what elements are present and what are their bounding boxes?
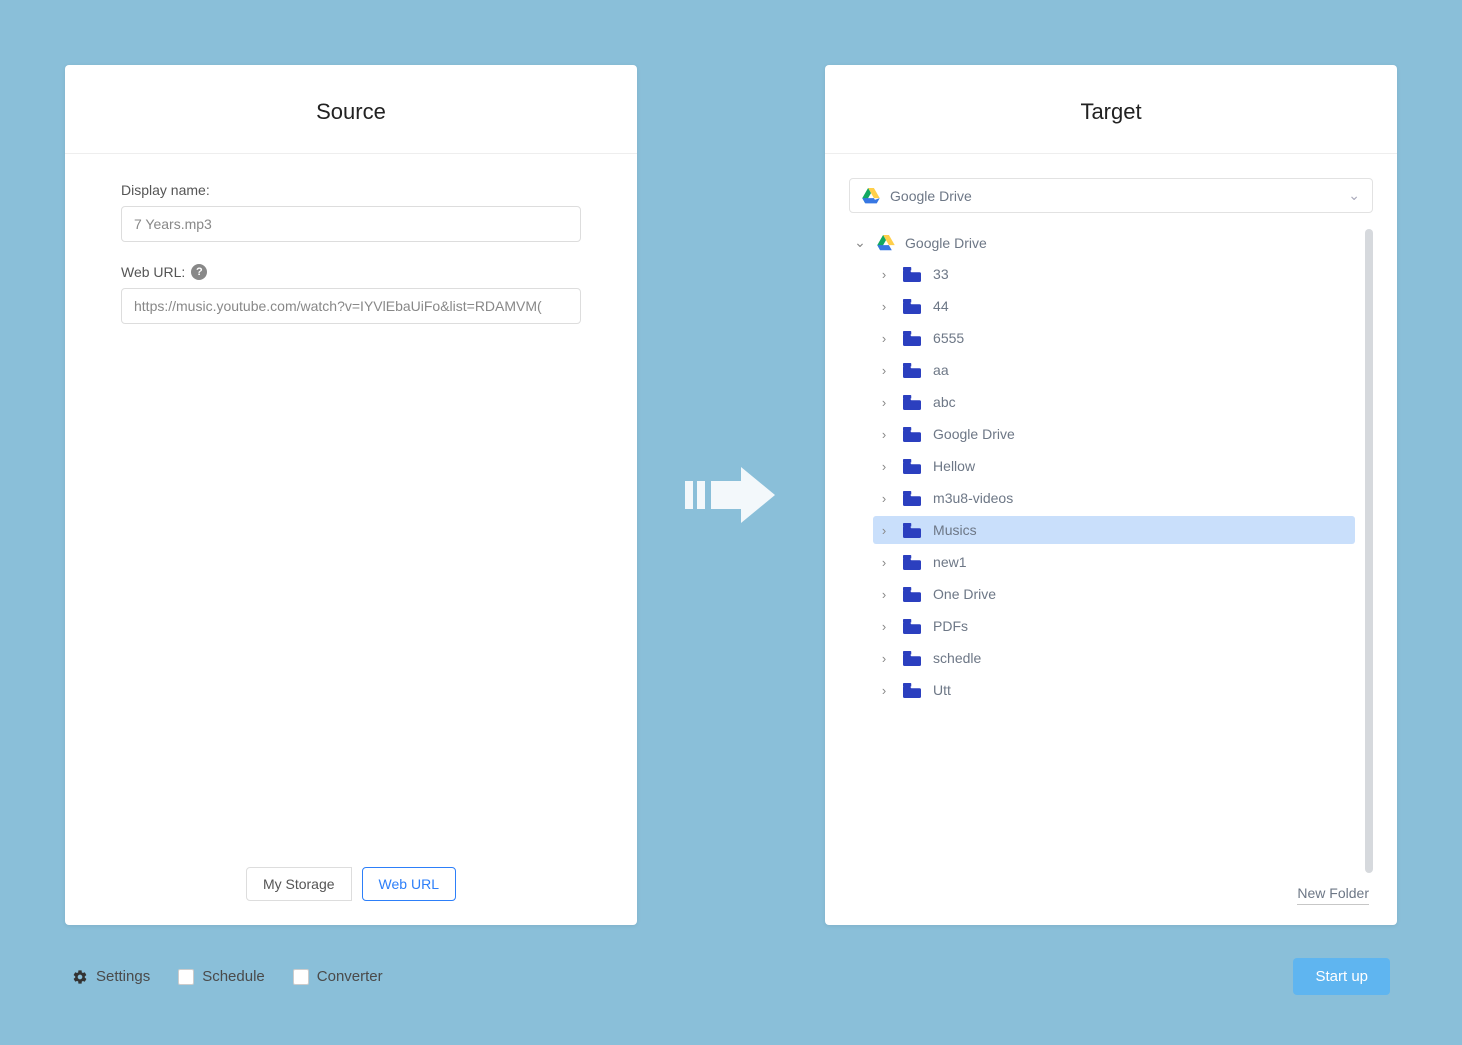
drive-select-label: Google Drive [890, 188, 972, 204]
tree-item-label: new1 [933, 554, 966, 570]
folder-icon [903, 395, 921, 410]
chevron-right-icon[interactable]: › [877, 267, 891, 282]
chevron-right-icon[interactable]: › [877, 619, 891, 634]
tree-item[interactable]: › Hellow [873, 452, 1355, 480]
chevron-right-icon[interactable]: › [877, 683, 891, 698]
source-tabs: My Storage Web URL [65, 853, 637, 925]
tree-item-label: PDFs [933, 618, 968, 634]
tab-web-url[interactable]: Web URL [362, 867, 456, 901]
tree-item[interactable]: › Google Drive [873, 420, 1355, 448]
folder-icon [903, 427, 921, 442]
tree-item[interactable]: › Utt [873, 676, 1355, 704]
tree-item-label: Musics [933, 522, 977, 538]
chevron-right-icon[interactable]: › [877, 331, 891, 346]
web-url-label: Web URL: ? [121, 264, 581, 280]
tree-item-label: abc [933, 394, 956, 410]
source-panel: Source Display name: Web URL: ? My Stora… [65, 65, 637, 925]
folder-icon [903, 363, 921, 378]
folder-icon [903, 299, 921, 314]
target-panel: Target Google Drive ⌄ ⌄ [825, 65, 1397, 925]
tree-item-label: Google Drive [933, 426, 1015, 442]
folder-icon [903, 587, 921, 602]
tree-item[interactable]: › abc [873, 388, 1355, 416]
tree-item[interactable]: › PDFs [873, 612, 1355, 640]
tree-item[interactable]: › new1 [873, 548, 1355, 576]
source-title: Source [65, 65, 637, 154]
target-title: Target [825, 65, 1397, 154]
folder-icon [903, 331, 921, 346]
chevron-down-icon[interactable]: ⌄ [853, 234, 867, 251]
folder-icon [903, 491, 921, 506]
tree-item-label: m3u8-videos [933, 490, 1013, 506]
new-folder-button[interactable]: New Folder [849, 873, 1373, 905]
chevron-right-icon[interactable]: › [877, 363, 891, 378]
display-name-label: Display name: [121, 182, 581, 198]
chevron-right-icon[interactable]: › [877, 587, 891, 602]
tree-item[interactable]: › aa [873, 356, 1355, 384]
schedule-toggle[interactable]: Schedule [178, 968, 265, 985]
chevron-right-icon[interactable]: › [877, 395, 891, 410]
folder-icon [903, 619, 921, 634]
tree-item-label: One Drive [933, 586, 996, 602]
google-drive-icon [877, 235, 895, 251]
chevron-right-icon[interactable]: › [877, 651, 891, 666]
chevron-right-icon[interactable]: › [877, 523, 891, 538]
tree-item[interactable]: › One Drive [873, 580, 1355, 608]
chevron-right-icon[interactable]: › [877, 555, 891, 570]
web-url-input[interactable] [121, 288, 581, 324]
help-icon[interactable]: ? [191, 264, 207, 280]
chevron-right-icon[interactable]: › [877, 491, 891, 506]
tree-item-label: 44 [933, 298, 949, 314]
folder-icon [903, 523, 921, 538]
tree-item[interactable]: › 33 [873, 260, 1355, 288]
drive-select[interactable]: Google Drive ⌄ [849, 178, 1373, 213]
settings-button[interactable]: Settings [72, 968, 150, 985]
chevron-down-icon: ⌄ [1348, 187, 1360, 204]
tree-item-label: Hellow [933, 458, 975, 474]
folder-icon [903, 683, 921, 698]
tree-item[interactable]: › 44 [873, 292, 1355, 320]
tree-item[interactable]: › Musics [873, 516, 1355, 544]
tree-item-label: 6555 [933, 330, 964, 346]
tree-root-label: Google Drive [905, 235, 987, 251]
tree-item-label: schedle [933, 650, 981, 666]
bottom-bar: Settings Schedule Converter Start up [72, 958, 1390, 995]
folder-icon [903, 267, 921, 282]
folder-icon [903, 555, 921, 570]
tree-item[interactable]: › 6555 [873, 324, 1355, 352]
chevron-right-icon[interactable]: › [877, 427, 891, 442]
folder-icon [903, 651, 921, 666]
start-button[interactable]: Start up [1293, 958, 1390, 995]
tree-root[interactable]: ⌄ Google Drive [849, 229, 1355, 256]
checkbox-icon [293, 969, 309, 985]
gear-icon [72, 969, 88, 985]
folder-icon [903, 459, 921, 474]
tree-item[interactable]: › m3u8-videos [873, 484, 1355, 512]
tree-item[interactable]: › schedle [873, 644, 1355, 672]
tree-item-label: 33 [933, 266, 949, 282]
folder-tree: ⌄ Google Drive › 33 › 44 › 6555 › aa › abc › Google… [849, 229, 1373, 873]
transfer-arrow-icon [677, 465, 785, 525]
converter-toggle[interactable]: Converter [293, 968, 383, 985]
tab-my-storage[interactable]: My Storage [246, 867, 352, 901]
chevron-right-icon[interactable]: › [877, 299, 891, 314]
google-drive-icon [862, 188, 880, 204]
scrollbar[interactable] [1365, 229, 1373, 873]
tree-item-label: Utt [933, 682, 951, 698]
chevron-right-icon[interactable]: › [877, 459, 891, 474]
display-name-input[interactable] [121, 206, 581, 242]
checkbox-icon [178, 969, 194, 985]
tree-item-label: aa [933, 362, 949, 378]
